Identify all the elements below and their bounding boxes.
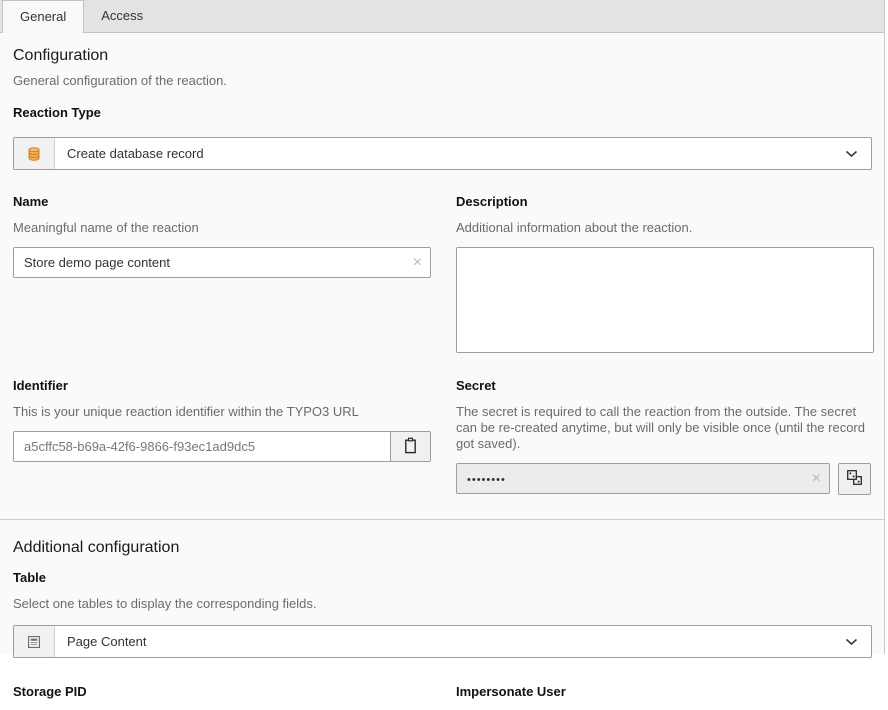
field-secret: Secret The secret is required to call th… (456, 378, 874, 495)
description-help: Additional information about the reactio… (456, 220, 874, 236)
description-textarea[interactable] (456, 247, 874, 353)
chevron-down-icon (845, 626, 871, 657)
table-label: Table (13, 570, 874, 586)
additional-title: Additional configuration (13, 538, 874, 557)
clear-icon[interactable]: × (413, 255, 422, 271)
name-label: Name (13, 194, 431, 210)
reaction-type-select[interactable]: Create database record (13, 137, 872, 170)
tab-general[interactable]: General (2, 0, 84, 33)
tab-bar: General Access (0, 0, 884, 33)
section-additional: Additional configuration Table Select on… (0, 519, 884, 710)
field-description: Description Additional information about… (456, 194, 874, 356)
tab-general-label: General (20, 9, 66, 24)
name-input[interactable] (13, 247, 431, 278)
identifier-label: Identifier (13, 378, 431, 394)
regenerate-secret-button[interactable] (838, 463, 871, 495)
clear-icon[interactable]: × (812, 471, 821, 487)
identifier-input[interactable] (13, 431, 391, 462)
field-name: Name Meaningful name of the reaction × (13, 194, 431, 356)
tab-access-label: Access (101, 8, 143, 23)
secret-help: The secret is required to call the react… (456, 404, 874, 452)
storage-pid-label: Storage PID (13, 684, 431, 700)
tab-access[interactable]: Access (84, 0, 160, 32)
secret-input (456, 463, 830, 494)
impersonate-user-label: Impersonate User (456, 684, 874, 700)
table-select[interactable]: Page Content (13, 625, 872, 658)
form-panel: General Access Configuration General con… (0, 0, 885, 654)
section-title: Configuration (13, 46, 874, 65)
description-label: Description (456, 194, 874, 210)
section-configuration: Configuration General configuration of t… (0, 33, 884, 495)
dice-icon (846, 469, 863, 489)
table-value: Page Content (55, 626, 845, 657)
table-help: Select one tables to display the corresp… (13, 596, 874, 612)
database-icon (14, 138, 55, 169)
content-icon (14, 626, 55, 657)
identifier-help: This is your unique reaction identifier … (13, 404, 431, 420)
reaction-type-label: Reaction Type (13, 105, 874, 121)
section-subtitle: General configuration of the reaction. (13, 73, 874, 89)
field-identifier: Identifier This is your unique reaction … (13, 378, 431, 495)
copy-button[interactable] (390, 431, 431, 462)
name-help: Meaningful name of the reaction (13, 220, 431, 236)
chevron-down-icon (845, 138, 871, 169)
clipboard-icon (403, 437, 418, 457)
secret-label: Secret (456, 378, 874, 394)
reaction-type-value: Create database record (55, 138, 845, 169)
